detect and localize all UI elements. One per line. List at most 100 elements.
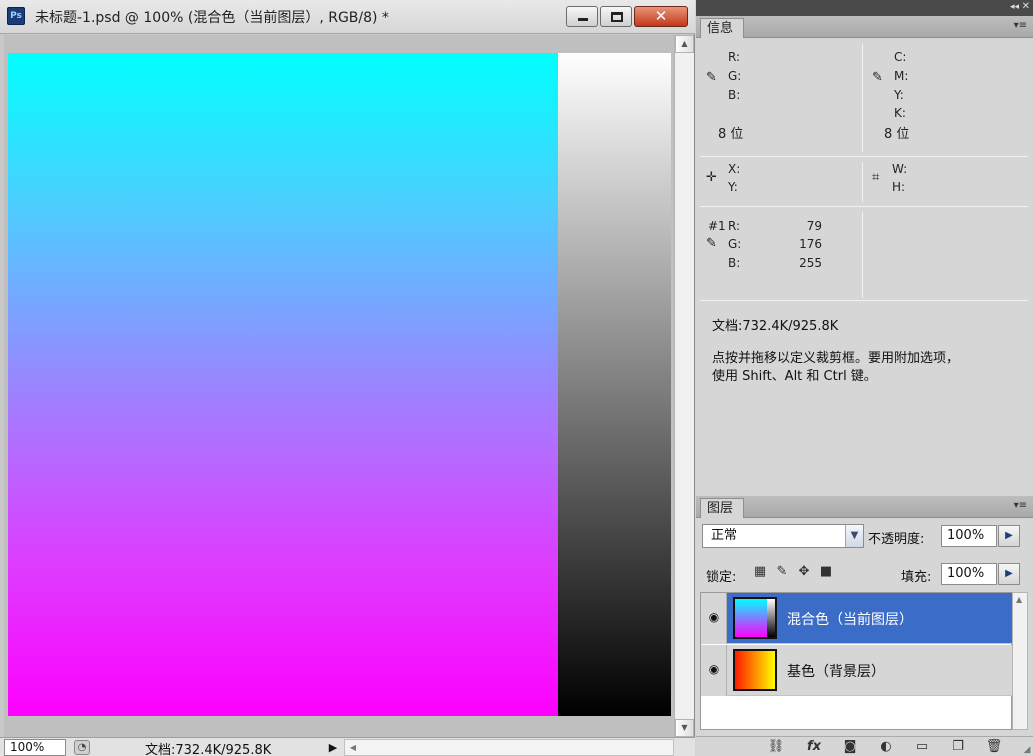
scroll-up-icon[interactable]: ▲	[675, 35, 694, 53]
info-hint-text: 点按并拖移以定义裁剪框。要用附加选项， 使用 Shift、Alt 和 Ctrl …	[712, 350, 1027, 386]
dock-close-icon[interactable]: ✕	[1022, 1, 1030, 12]
layers-footer: ⛓ fx ◙ ◐ ▭ ❐ 🗑 ◢	[696, 736, 1033, 756]
grayscale-gradient	[558, 53, 671, 716]
blend-mode-select[interactable]: 正常 ▼	[702, 524, 864, 548]
tab-info[interactable]: 信息	[700, 18, 745, 38]
size-h-label: H:	[892, 180, 906, 194]
layer-name[interactable]: 基色（背景层）	[787, 661, 885, 681]
cmyk-bit-depth: 8 位	[884, 127, 910, 142]
rgb-r-label: R:	[728, 50, 741, 64]
lock-transparency-icon[interactable]: ▦	[752, 564, 768, 580]
rgb-bit-depth: 8 位	[718, 127, 744, 142]
status-doc-size: 文档:732.4K/925.8K	[145, 743, 272, 756]
lock-all-icon[interactable]: ■	[818, 564, 834, 580]
vertical-scrollbar[interactable]: ▲ ▼	[674, 35, 694, 737]
new-layer-icon[interactable]: ❐	[948, 738, 968, 756]
collapse-icon[interactable]: ◂◂	[1010, 2, 1019, 12]
layers-scrollbar[interactable]: ▲	[1012, 592, 1028, 730]
cmyk-c-label: C:	[894, 50, 907, 64]
resize-grip-icon[interactable]: ◢	[1021, 744, 1033, 756]
minimize-button[interactable]	[566, 6, 598, 27]
fill-label: 填充:	[901, 570, 932, 585]
cmyk-k-label: K:	[894, 106, 906, 120]
sampler-b-label: B:	[728, 256, 741, 270]
scroll-up-icon[interactable]: ▲	[1016, 595, 1022, 604]
lock-position-icon[interactable]: ✥	[796, 564, 812, 580]
close-icon: ✕	[654, 7, 668, 25]
dock-header[interactable]: ◂◂ ✕	[696, 0, 1033, 16]
pos-x-label: X:	[728, 162, 741, 176]
opacity-label: 不透明度:	[868, 532, 925, 547]
panel-dock: ◂◂ ✕ 信息 ▾≡ ✎ R: G: B: 8 位 ✎ C: M: Y: K: …	[696, 0, 1033, 756]
visibility-toggle[interactable]: ◉	[701, 593, 727, 644]
sampler-r-value: 79	[806, 219, 822, 233]
layer-row-base[interactable]: ◉ 基色（背景层）	[701, 645, 1013, 696]
layer-thumbnail[interactable]	[733, 597, 777, 639]
chevron-down-icon[interactable]: ▼	[845, 525, 863, 547]
photoshop-icon: Ps	[7, 7, 25, 25]
document-title: 未标题-1.psd @ 100% (混合色（当前图层）, RGB/8) *	[35, 10, 389, 26]
status-menu-arrow-icon[interactable]: ▶	[326, 739, 340, 756]
fill-input[interactable]: 100%	[941, 563, 997, 585]
divider	[700, 206, 1028, 207]
layer-name[interactable]: 混合色（当前图层）	[787, 609, 913, 629]
document-titlebar[interactable]: Ps 未标题-1.psd @ 100% (混合色（当前图层）, RGB/8) *…	[0, 0, 695, 34]
eye-icon[interactable]: ◉	[706, 662, 722, 676]
crop-size-icon: ⌗	[872, 170, 880, 185]
scroll-left-icon[interactable]: ◀	[345, 740, 361, 755]
info-doc-size: 文档:732.4K/925.8K	[712, 319, 839, 334]
mask-icon[interactable]: ◙	[840, 738, 860, 756]
horizontal-scrollbar[interactable]: ◀	[344, 739, 674, 756]
info-panel-menu-icon[interactable]: ▾≡	[1014, 20, 1027, 31]
document-window: Ps 未标题-1.psd @ 100% (混合色（当前图层）, RGB/8) *…	[0, 0, 695, 756]
visibility-toggle[interactable]: ◉	[701, 645, 727, 696]
size-w-label: W:	[892, 162, 908, 176]
eye-icon[interactable]: ◉	[706, 610, 722, 624]
eyedropper-icon[interactable]: ✎	[706, 70, 717, 85]
hint-line: 点按并拖移以定义裁剪框。要用附加选项，	[712, 351, 960, 366]
sampler-id: #1	[708, 219, 726, 233]
layers-panel: 正常 ▼ 不透明度: 100% ▶ 锁定: ▦ ✎ ✥ ■ 填充: 100% ▶…	[696, 518, 1033, 756]
blend-mode-value: 正常	[711, 528, 738, 543]
eyedropper-icon[interactable]: ✎	[706, 236, 717, 251]
scroll-down-icon[interactable]: ▼	[675, 719, 694, 737]
opacity-input[interactable]: 100%	[941, 525, 997, 547]
opacity-slider-icon[interactable]: ▶	[998, 525, 1020, 547]
divider	[700, 300, 1028, 301]
status-bar: 100% ◔ 文档:732.4K/925.8K ▶ ◀	[0, 737, 695, 756]
info-panel: ✎ R: G: B: 8 位 ✎ C: M: Y: K: 8 位 ✛ X: Y:…	[696, 38, 1033, 493]
sampler-g-value: 176	[799, 237, 822, 251]
divider	[700, 156, 1028, 157]
divider	[862, 162, 863, 202]
adjustment-icon[interactable]: ◐	[876, 738, 896, 756]
link-icon[interactable]: ⛓	[766, 738, 786, 756]
info-panel-tabbar: 信息 ▾≡	[696, 16, 1033, 38]
fx-icon[interactable]: fx	[804, 738, 824, 756]
maximize-button[interactable]	[600, 6, 632, 27]
fill-slider-icon[interactable]: ▶	[998, 563, 1020, 585]
close-button[interactable]: ✕	[634, 6, 688, 27]
trash-icon[interactable]: 🗑	[984, 738, 1004, 756]
tab-layers[interactable]: 图层	[700, 498, 745, 518]
lock-pixels-icon[interactable]: ✎	[774, 564, 790, 580]
eyedropper-icon[interactable]: ✎	[872, 70, 883, 85]
crosshair-icon: ✛	[706, 170, 717, 185]
color-gradient	[8, 53, 558, 716]
group-icon[interactable]: ▭	[912, 738, 932, 756]
divider	[862, 44, 863, 152]
sampler-g-label: G:	[728, 237, 742, 251]
status-info-icon[interactable]: ◔	[74, 740, 90, 755]
layers-panel-tabbar: 图层 ▾≡	[696, 496, 1033, 518]
layer-row-blend[interactable]: ◉ 混合色（当前图层）	[701, 593, 1013, 644]
canvas-area[interactable]	[4, 35, 674, 737]
canvas-image[interactable]	[8, 53, 673, 716]
layers-list: ◉ 混合色（当前图层） ◉ 基色（背景层）	[700, 592, 1013, 730]
lock-label: 锁定:	[706, 570, 737, 585]
hint-line: 使用 Shift、Alt 和 Ctrl 键。	[712, 369, 877, 384]
cmyk-y-label: Y:	[894, 88, 904, 102]
rgb-b-label: B:	[728, 88, 741, 102]
layers-panel-menu-icon[interactable]: ▾≡	[1014, 500, 1027, 511]
layer-thumbnail[interactable]	[733, 649, 777, 691]
divider	[862, 212, 863, 298]
zoom-input[interactable]: 100%	[4, 739, 66, 756]
